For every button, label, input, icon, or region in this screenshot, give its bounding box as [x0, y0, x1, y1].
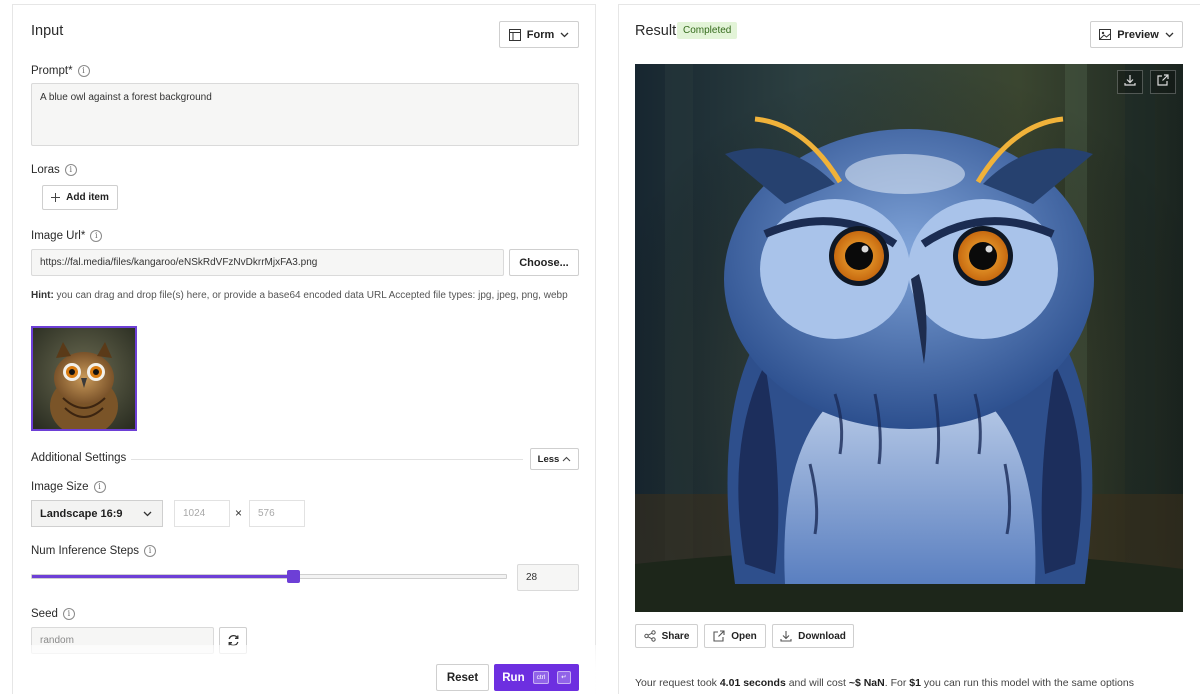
image-width-input[interactable]: 1024 [174, 500, 230, 527]
add-item-label: Add item [66, 192, 109, 203]
share-label: Share [661, 630, 690, 642]
external-link-icon [713, 630, 725, 642]
summary-budget: $1 [909, 677, 921, 689]
preview-mode-label: Preview [1117, 28, 1159, 41]
plus-icon [51, 193, 61, 202]
toggle-settings-button[interactable]: Less [530, 448, 579, 470]
status-badge: Completed [677, 22, 738, 39]
input-panel-title: Input [31, 23, 64, 39]
download-label: Download [798, 630, 846, 642]
prompt-textarea[interactable]: A blue owl against a forest background [31, 83, 579, 146]
image-width-value: 1024 [183, 508, 206, 519]
image-url-value: https://fal.media/files/kangaroo/eNSkRdV… [40, 257, 318, 268]
dimension-times: × [235, 506, 243, 520]
owl-thumbnail-image [33, 328, 135, 429]
prompt-label: Prompt* i [31, 65, 90, 77]
inference-steps-label: Num Inference Steps i [31, 545, 157, 557]
form-mode-label: Form [526, 28, 555, 41]
settings-divider [131, 459, 523, 460]
share-button[interactable]: Share [635, 624, 698, 648]
add-lora-item-button[interactable]: Add item [42, 185, 118, 210]
ctrl-key-hint: ctrl [532, 671, 550, 684]
image-size-selected: Landscape 16:9 [40, 507, 123, 520]
image-icon [1099, 29, 1112, 40]
result-panel: Result Completed Preview Share Open Down… [618, 4, 1200, 694]
image-url-input[interactable]: https://fal.media/files/kangaroo/eNSkRdV… [31, 249, 504, 276]
input-panel: Input Form Prompt* i A blue owl against … [12, 4, 597, 694]
loras-label: Loras i [31, 164, 77, 176]
image-height-input[interactable]: 576 [249, 500, 305, 527]
chevron-down-icon [1165, 32, 1174, 38]
inference-steps-input[interactable]: 28 [517, 564, 579, 591]
prompt-value: A blue owl against a forest background [40, 92, 212, 103]
download-button[interactable]: Download [772, 624, 854, 648]
info-icon[interactable]: i [90, 230, 103, 242]
hint-label: Hint: [31, 290, 54, 301]
result-image[interactable] [635, 64, 1183, 612]
info-icon[interactable]: i [93, 481, 106, 493]
result-panel-title: Result [635, 23, 677, 39]
blue-owl-image [635, 64, 1183, 612]
image-size-label: Image Size i [31, 481, 106, 493]
slider-fill [32, 575, 293, 578]
inference-steps-value: 28 [526, 572, 538, 583]
image-download-button[interactable] [1117, 70, 1143, 94]
image-url-label: Image Url* i [31, 230, 103, 242]
slider-thumb[interactable] [286, 570, 300, 583]
summary-suffix: you can run this model with the same opt… [920, 677, 1134, 689]
reset-button[interactable]: Reset [436, 664, 489, 691]
image-height-value: 576 [258, 508, 275, 519]
reset-label: Reset [446, 671, 479, 684]
image-url-label-text: Image Url* [31, 230, 86, 242]
open-button[interactable]: Open [704, 624, 766, 648]
additional-settings-label: Additional Settings [31, 452, 127, 464]
run-button[interactable]: Run ctrl ↵ [494, 664, 579, 691]
form-layout-icon [508, 28, 521, 41]
enter-key-hint: ↵ [557, 671, 571, 684]
seed-label-text: Seed [31, 608, 58, 620]
summary-cost: ~$ NaN [848, 677, 885, 689]
loras-label-text: Loras [31, 164, 60, 176]
summary-time: 4.01 seconds [719, 677, 786, 689]
choose-file-label: Choose... [519, 256, 569, 269]
prompt-label-text: Prompt* [31, 65, 73, 77]
open-label: Open [731, 630, 757, 642]
download-icon [1124, 73, 1136, 91]
chevron-up-icon [562, 456, 571, 462]
inference-steps-label-text: Num Inference Steps [31, 545, 140, 557]
image-open-external-button[interactable] [1150, 70, 1176, 94]
input-image-thumbnail[interactable] [31, 326, 137, 431]
info-icon[interactable]: i [64, 164, 77, 176]
hint-text: you can drag and drop file(s) here, or p… [53, 290, 568, 301]
summary-mid: and will cost [785, 677, 849, 689]
image-url-hint: Hint: you can drag and drop file(s) here… [31, 289, 579, 303]
image-size-label-text: Image Size [31, 481, 89, 493]
summary-prefix: Your request took [635, 677, 720, 689]
form-mode-button[interactable]: Form [499, 21, 579, 48]
info-icon[interactable]: i [62, 608, 75, 620]
preview-mode-button[interactable]: Preview [1090, 21, 1183, 48]
summary-mid2: . For [884, 677, 910, 689]
info-icon[interactable]: i [77, 65, 90, 77]
choose-file-button[interactable]: Choose... [509, 249, 579, 276]
external-link-icon [1157, 73, 1169, 91]
chevron-down-icon [143, 508, 152, 520]
seed-label: Seed i [31, 608, 75, 620]
chevron-down-icon [560, 32, 569, 38]
toggle-settings-label: Less [537, 453, 560, 465]
download-icon [780, 630, 792, 642]
cost-summary: Your request took 4.01 seconds and will … [635, 677, 1134, 689]
info-icon[interactable]: i [144, 545, 157, 557]
run-label: Run [502, 671, 525, 684]
inference-steps-slider[interactable] [31, 570, 507, 583]
share-icon [643, 630, 656, 642]
image-size-select[interactable]: Landscape 16:9 [31, 500, 163, 527]
